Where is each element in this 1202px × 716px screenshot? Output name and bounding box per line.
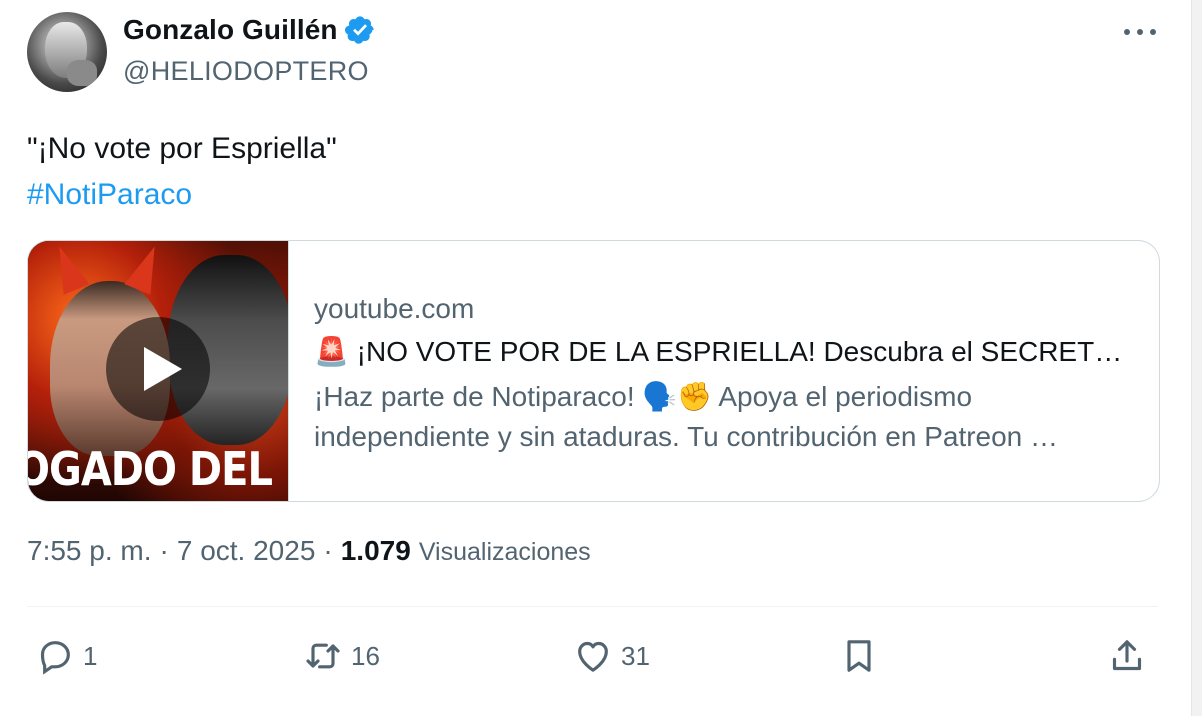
more-options-icon[interactable]	[1124, 18, 1156, 46]
author-name-row: Gonzalo Guillén	[123, 14, 376, 46]
tweet-body: "¡No vote por Espriella"	[27, 132, 337, 165]
repost-icon	[306, 643, 340, 669]
reply-count: 1	[83, 640, 98, 671]
author-display-name[interactable]: Gonzalo Guillén	[123, 14, 338, 46]
card-title[interactable]: 🚨 ¡NO VOTE POR DE LA ESPRIELLA! Descubra…	[314, 329, 1144, 375]
reply-icon	[40, 641, 70, 675]
share-icon	[1112, 640, 1142, 671]
divider	[27, 606, 1158, 607]
thumbnail-caption: OGADO DEL DIABL	[28, 443, 288, 497]
bookmark-icon	[847, 640, 871, 672]
avatar-hand	[67, 60, 97, 86]
author-handle[interactable]: @HELIODOPTERO	[123, 56, 369, 87]
window-edge	[1191, 0, 1202, 716]
share-button[interactable]	[1107, 636, 1147, 676]
action-bar: 1 16 31	[27, 630, 1158, 684]
more-dot	[1124, 29, 1130, 35]
views-label: Visualizaciones	[418, 538, 591, 566]
more-dot	[1150, 29, 1156, 35]
hashtag-link[interactable]: #NotiParaco	[27, 172, 337, 218]
like-icon	[578, 641, 608, 672]
reply-button[interactable]: 1	[35, 636, 97, 676]
link-preview-card[interactable]: OGADO DEL DIABL youtube.com 🚨 ¡NO VOTE P…	[27, 240, 1160, 502]
meta-separator: ·	[323, 535, 333, 566]
tweet-time[interactable]: 7:55 p. m.	[27, 535, 152, 567]
verified-badge-icon[interactable]	[344, 14, 376, 46]
avatar[interactable]	[27, 12, 107, 92]
like-count: 31	[621, 640, 650, 671]
like-button[interactable]: 31	[573, 636, 650, 676]
play-icon[interactable]	[106, 317, 210, 421]
views-count[interactable]: 1.079	[341, 535, 411, 567]
meta-separator: ·	[159, 535, 169, 566]
tweet-text: "¡No vote por Espriella" #NotiParaco	[27, 126, 337, 218]
card-body: youtube.com 🚨 ¡NO VOTE POR DE LA ESPRIEL…	[314, 289, 1144, 457]
more-dot	[1137, 29, 1143, 35]
video-thumbnail[interactable]: OGADO DEL DIABL	[28, 241, 289, 501]
tweet-meta: 7:55 p. m. · 7 oct. 2025 · 1.079 Visuali…	[27, 535, 591, 567]
tweet-date[interactable]: 7 oct. 2025	[177, 535, 316, 567]
repost-button[interactable]: 16	[303, 636, 380, 676]
repost-count: 16	[351, 640, 380, 671]
bookmark-button[interactable]	[839, 636, 879, 676]
card-description: ¡Haz parte de Notiparaco! 🗣️✊ Apoya el p…	[314, 381, 1059, 452]
card-domain: youtube.com	[314, 293, 475, 324]
